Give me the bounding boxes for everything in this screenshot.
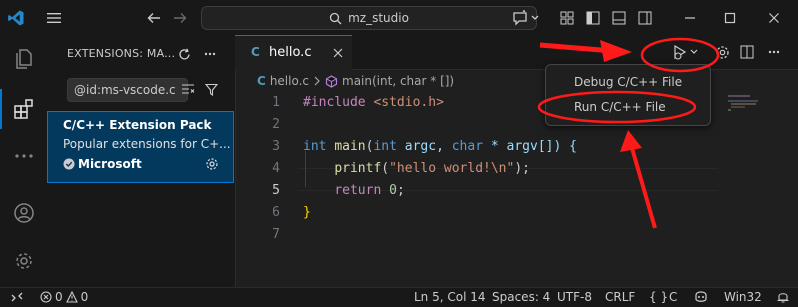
- notifications-bell-icon[interactable]: [776, 290, 790, 304]
- annotation-arrow-shaft-2: [630, 147, 657, 229]
- problems-indicator[interactable]: 0 0: [40, 290, 88, 304]
- braces-icon: { }: [649, 290, 669, 304]
- annotation-ellipse-run-item: [537, 90, 697, 124]
- error-count: 0: [55, 290, 63, 304]
- remote-indicator[interactable]: [4, 288, 30, 304]
- copilot-icon[interactable]: [693, 290, 709, 304]
- language-mode[interactable]: C: [669, 290, 677, 304]
- status-bar: 0 0 Ln 5, Col 14 Spaces: 4 UTF-8 CRLF { …: [0, 287, 798, 307]
- cursor-position[interactable]: Ln 5, Col 14: [414, 290, 486, 304]
- warning-count: 0: [80, 290, 89, 304]
- red-annotation-overlay: [537, 37, 720, 229]
- indentation[interactable]: Spaces: 4: [492, 290, 550, 304]
- platform-config[interactable]: Win32: [724, 290, 762, 304]
- end-of-line[interactable]: CRLF: [605, 290, 635, 304]
- annotation-arrowhead-2: [620, 130, 642, 152]
- annotation-arrowhead-1: [600, 40, 632, 62]
- encoding[interactable]: UTF-8: [557, 290, 592, 304]
- error-icon: [40, 291, 52, 303]
- warning-icon: [65, 291, 78, 303]
- annotation-ellipse-run-button: [640, 37, 720, 73]
